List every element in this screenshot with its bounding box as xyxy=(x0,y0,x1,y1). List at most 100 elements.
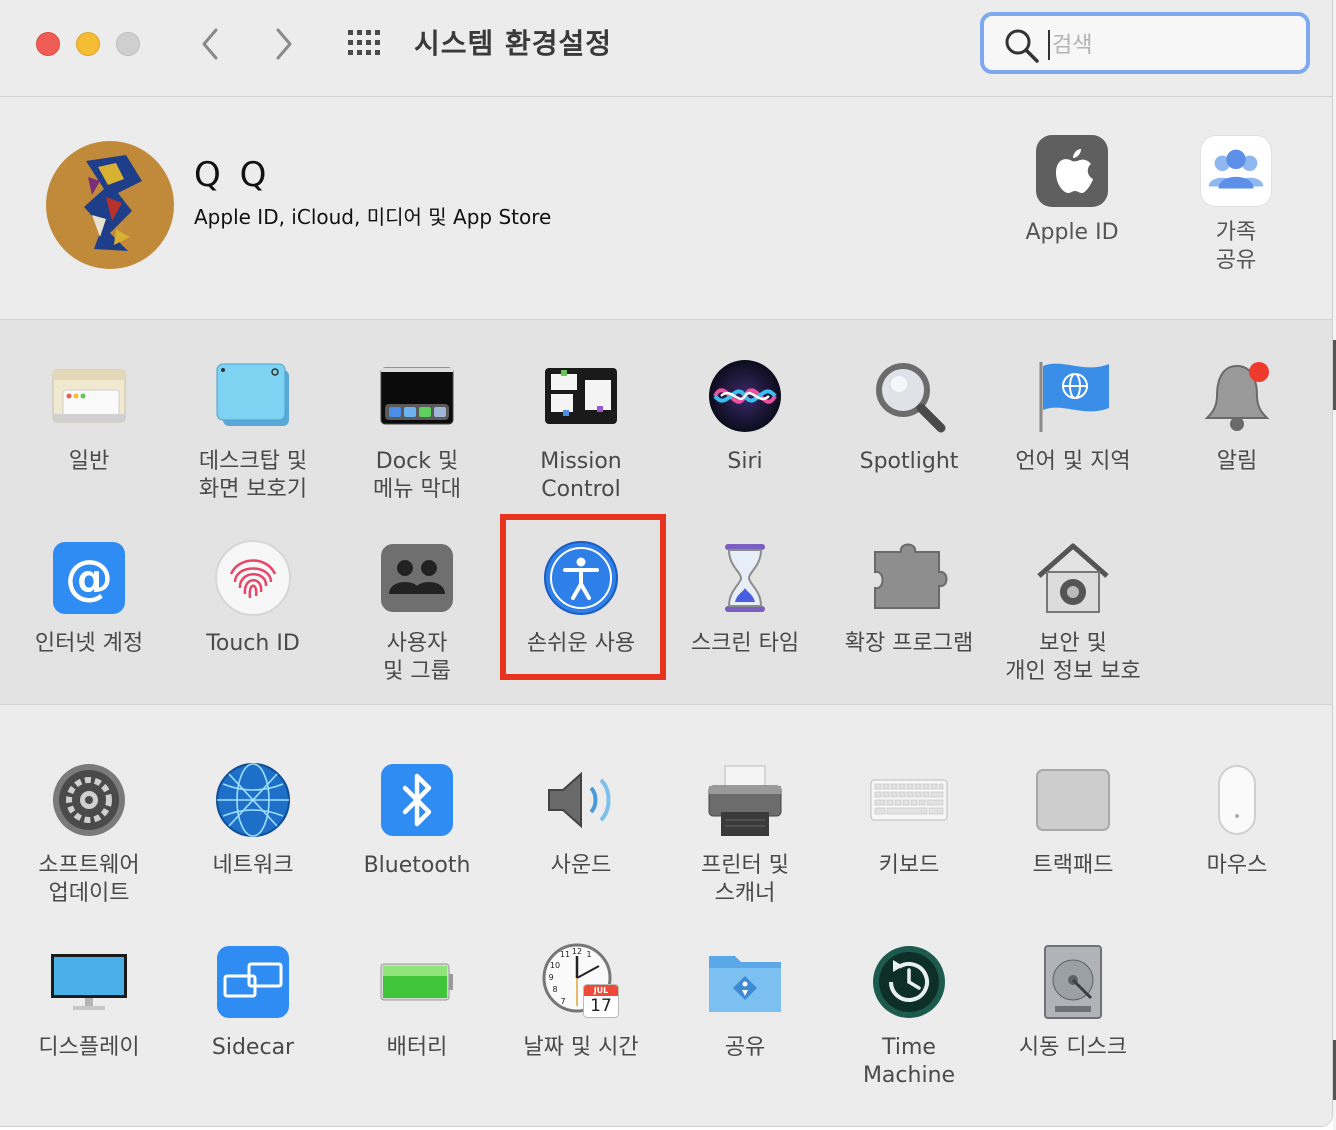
hourglass-icon xyxy=(705,538,785,618)
pref-startup-disk[interactable]: 시동 디스크 xyxy=(991,942,1155,1062)
back-button[interactable] xyxy=(190,24,230,64)
family-sharing-icon xyxy=(1200,135,1272,207)
svg-text:10: 10 xyxy=(550,961,560,970)
pref-spotlight[interactable]: Spotlight xyxy=(827,356,991,476)
date-time-label: 날짜 및 시간 xyxy=(523,1035,639,1060)
time-machine-label: Time Machine xyxy=(862,1035,956,1088)
printers-scanners-label: 프린터 및 스캐너 xyxy=(701,853,789,906)
search-icon xyxy=(1005,29,1039,63)
bluetooth-label: Bluetooth xyxy=(363,853,471,878)
chevron-left-icon xyxy=(202,28,218,60)
trackpad-icon xyxy=(1033,760,1113,840)
pref-sharing[interactable]: 공유 xyxy=(663,942,827,1062)
pref-time-machine[interactable]: Time Machine xyxy=(827,942,991,1090)
bluetooth-icon xyxy=(377,760,457,840)
dock-menubar-label: Dock 및 메뉴 막대 xyxy=(373,449,461,502)
pref-sidecar[interactable]: Sidecar xyxy=(171,942,335,1062)
general-label: 일반 xyxy=(68,449,110,474)
pref-bluetooth[interactable]: Bluetooth xyxy=(335,760,499,880)
svg-text:12: 12 xyxy=(572,947,582,956)
calendar-day: 17 xyxy=(590,996,612,1016)
network-globe-icon xyxy=(213,760,293,840)
calendar-month: JUL xyxy=(584,985,618,996)
pref-screen-time[interactable]: 스크린 타임 xyxy=(663,538,827,658)
language-region-label: 언어 및 지역 xyxy=(1015,449,1131,474)
security-house-icon xyxy=(1033,538,1113,618)
pref-language-region[interactable]: 언어 및 지역 xyxy=(991,356,1155,476)
pref-apple-id[interactable]: Apple ID xyxy=(990,135,1154,247)
minimize-window-button[interactable] xyxy=(76,32,100,56)
show-all-button[interactable] xyxy=(346,28,386,58)
speaker-icon xyxy=(541,760,621,840)
search-input[interactable] xyxy=(1050,24,1294,66)
siri-label: Siri xyxy=(727,449,763,474)
pref-printers-scanners[interactable]: 프린터 및 스캐너 xyxy=(663,760,827,908)
pref-notifications[interactable]: 알림 xyxy=(1155,356,1319,476)
pref-displays[interactable]: 디스플레이 xyxy=(7,942,171,1062)
sharing-label: 공유 xyxy=(724,1035,766,1060)
pref-desktop-screensaver[interactable]: 데스크탑 및 화면 보호기 xyxy=(171,356,335,504)
time-machine-icon xyxy=(869,942,949,1022)
user-name: Q Q xyxy=(194,155,271,195)
trackpad-label: 트랙패드 xyxy=(1032,853,1114,878)
user-avatar[interactable] xyxy=(46,141,174,269)
notifications-label: 알림 xyxy=(1216,449,1258,474)
language-region-icon xyxy=(1033,356,1113,436)
sidecar-label: Sidecar xyxy=(211,1035,295,1060)
pref-general[interactable]: 일반 xyxy=(7,356,171,476)
startup-disk-label: 시동 디스크 xyxy=(1018,1035,1128,1060)
forward-button[interactable] xyxy=(264,24,304,64)
pref-extensions[interactable]: 확장 프로그램 xyxy=(827,538,991,658)
display-icon xyxy=(49,942,129,1022)
grid-icon xyxy=(348,30,380,55)
pref-sound[interactable]: 사운드 xyxy=(499,760,663,880)
pref-security-privacy[interactable]: 보안 및 개인 정보 보호 xyxy=(991,538,1155,686)
svg-text:9: 9 xyxy=(548,973,553,982)
sound-label: 사운드 xyxy=(550,853,612,878)
highlight-box xyxy=(500,514,666,680)
close-window-button[interactable] xyxy=(36,32,60,56)
svg-text:1: 1 xyxy=(586,950,591,959)
account-subtitle: Apple ID, iCloud, 미디어 및 App Store xyxy=(194,205,552,229)
displays-label: 디스플레이 xyxy=(38,1035,140,1060)
calendar-badge: JUL 17 xyxy=(583,984,619,1018)
internet-accounts-icon: @ xyxy=(49,538,129,618)
pref-family-sharing[interactable]: 가족 공유 xyxy=(1154,135,1318,275)
pref-touch-id[interactable]: Touch ID xyxy=(171,538,335,658)
general-icon xyxy=(49,356,129,436)
spotlight-icon xyxy=(869,356,949,436)
mouse-icon xyxy=(1197,760,1277,840)
search-field[interactable] xyxy=(980,12,1310,74)
software-update-gear-icon xyxy=(49,760,129,840)
pref-siri[interactable]: Siri xyxy=(663,356,827,476)
fingerprint-icon xyxy=(213,538,293,618)
apple-id-label: Apple ID xyxy=(1025,220,1119,245)
desktop-screensaver-icon xyxy=(213,356,293,436)
pref-battery[interactable]: 배터리 xyxy=(335,942,499,1062)
spotlight-label: Spotlight xyxy=(859,449,959,474)
security-privacy-label: 보안 및 개인 정보 보호 xyxy=(1005,631,1141,684)
pref-date-time[interactable]: 12 1 11 10 9 8 7 JUL 17 날짜 및 시간 xyxy=(499,942,663,1062)
pref-software-update[interactable]: 소프트웨어 업데이트 xyxy=(7,760,171,908)
account-section: Q Q Apple ID, iCloud, 미디어 및 App Store Ap… xyxy=(0,97,1332,320)
pref-users-groups[interactable]: 사용자 및 그룹 xyxy=(335,538,499,686)
svg-text:11: 11 xyxy=(560,950,570,959)
extensions-label: 확장 프로그램 xyxy=(844,631,974,656)
pref-trackpad[interactable]: 트랙패드 xyxy=(991,760,1155,880)
svg-text:7: 7 xyxy=(560,997,565,1006)
pref-keyboard[interactable]: 키보드 xyxy=(827,760,991,880)
battery-icon xyxy=(377,942,457,1022)
puzzle-piece-icon xyxy=(869,538,949,618)
pref-mouse[interactable]: 마우스 xyxy=(1155,760,1319,880)
pref-mission-control[interactable]: Mission Control xyxy=(499,356,663,504)
pref-internet-accounts[interactable]: @ 인터넷 계정 xyxy=(7,538,171,658)
users-groups-label: 사용자 및 그룹 xyxy=(383,631,451,684)
pref-network[interactable]: 네트워크 xyxy=(171,760,335,880)
pref-dock-menubar[interactable]: Dock 및 메뉴 막대 xyxy=(335,356,499,504)
svg-text:8: 8 xyxy=(552,985,557,994)
avatar-image-icon xyxy=(46,141,174,269)
internet-accounts-label: 인터넷 계정 xyxy=(34,631,144,656)
title-bar: 시스템 환경설정 xyxy=(0,0,1332,97)
mission-control-icon xyxy=(541,356,621,436)
zoom-window-button[interactable] xyxy=(116,32,140,56)
